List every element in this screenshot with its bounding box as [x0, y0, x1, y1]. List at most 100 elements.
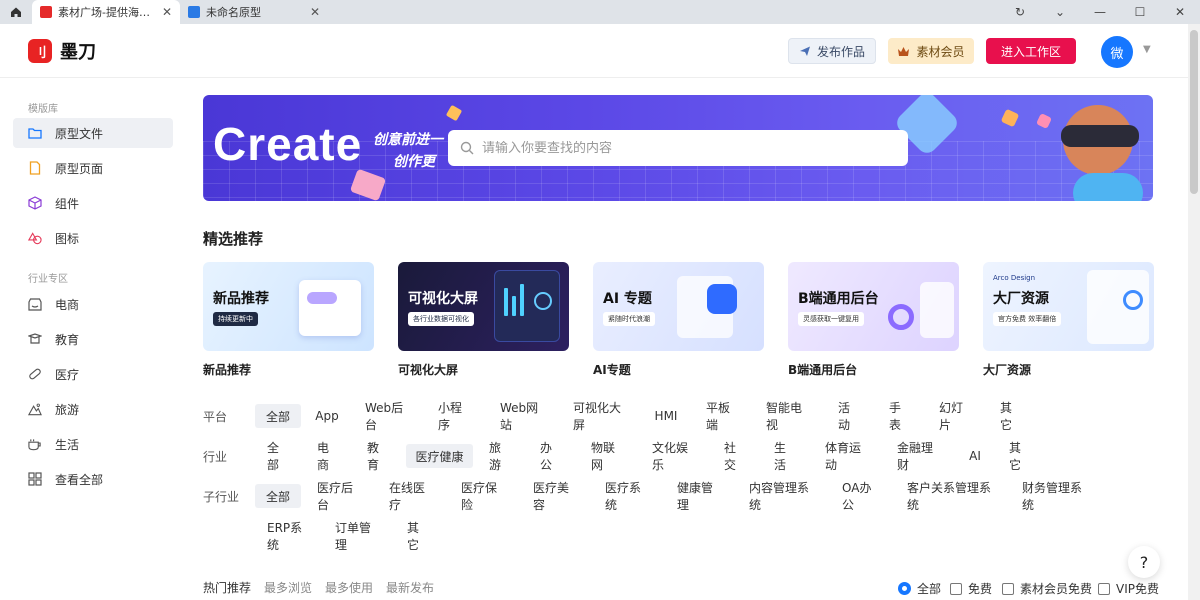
card-thumb-pill: 各行业数据可视化 — [408, 312, 474, 326]
refresh-icon[interactable]: ↻ — [1000, 5, 1040, 19]
sub-industry-chip[interactable]: 订单管理 — [331, 524, 383, 548]
radio-checked-icon[interactable] — [898, 582, 911, 595]
price-option-vip-free[interactable]: VIP免费 — [1098, 580, 1159, 597]
platform-chip[interactable]: 小程序 — [434, 404, 476, 428]
sidebar-item-life[interactable]: 生活 — [13, 429, 173, 459]
featured-card-new[interactable]: 新品推荐 持续更新中 新品推荐 — [203, 262, 374, 378]
help-button[interactable]: ? — [1128, 546, 1160, 578]
platform-chip[interactable]: Web网站 — [496, 404, 550, 428]
industry-chip[interactable]: 文化娱乐 — [648, 444, 700, 468]
industry-chip[interactable]: 其它 — [1005, 444, 1035, 468]
sidebar-item-medical[interactable]: 医疗 — [13, 359, 173, 389]
price-option-free[interactable]: 免费 — [950, 580, 992, 597]
scrollbar-thumb[interactable] — [1190, 30, 1198, 194]
card-thumbnail[interactable]: 可视化大屏 各行业数据可视化 — [398, 262, 569, 351]
industry-chip[interactable]: 物联网 — [587, 444, 627, 468]
sidebar-item-label: 原型文件 — [55, 125, 103, 142]
price-option-member-free[interactable]: 素材会员免费 — [1002, 580, 1092, 597]
sub-industry-chip[interactable]: 其它 — [403, 524, 433, 548]
card-thumbnail[interactable]: 新品推荐 持续更新中 — [203, 262, 374, 351]
sub-industry-chip[interactable]: 医疗保险 — [457, 484, 509, 508]
platform-chip[interactable]: HMI — [651, 404, 681, 428]
card-thumbnail[interactable]: B端通用后台 灵感获取一键复用 — [788, 262, 959, 351]
browser-tab-active[interactable]: 素材广场-提供海量原型模板 ✕ — [32, 0, 180, 24]
industry-chip-active[interactable]: 医疗健康 — [406, 444, 473, 468]
industry-chip[interactable]: 金融理财 — [893, 444, 945, 468]
card-label: 大厂资源 — [983, 361, 1154, 378]
industry-chip[interactable]: 办公 — [536, 444, 566, 468]
sidebar-item-view-all[interactable]: 查看全部 — [13, 464, 173, 494]
platform-chip[interactable]: App — [311, 404, 343, 428]
close-tab-icon[interactable]: ✕ — [162, 5, 172, 19]
platform-chip[interactable]: Web后台 — [361, 404, 415, 428]
sub-industry-chip[interactable]: 医疗美容 — [529, 484, 581, 508]
sidebar-item-prototype-pages[interactable]: 原型页面 — [13, 153, 173, 183]
sidebar-item-education[interactable]: 教育 — [13, 324, 173, 354]
close-window-icon[interactable]: ✕ — [1160, 5, 1200, 19]
industry-chip[interactable]: 体育运动 — [821, 444, 873, 468]
chevron-down-icon[interactable]: ▼ — [1143, 44, 1151, 55]
industry-chip[interactable]: 全部 — [263, 444, 293, 468]
platform-chip-all[interactable]: 全部 — [255, 404, 301, 428]
sidebar-item-travel[interactable]: 旅游 — [13, 394, 173, 424]
sort-tab-newest[interactable]: 最新发布 — [386, 579, 434, 596]
chevron-down-icon[interactable]: ⌄ — [1040, 5, 1080, 19]
sidebar-item-ecommerce[interactable]: 电商 — [13, 289, 173, 319]
industry-chip[interactable]: 电商 — [313, 444, 343, 468]
platform-chip[interactable]: 平板端 — [702, 404, 742, 428]
checkbox[interactable] — [1002, 583, 1014, 595]
sub-industry-chip[interactable]: 在线医疗 — [385, 484, 437, 508]
page-scrollbar[interactable] — [1188, 24, 1200, 600]
sub-industry-chip[interactable]: ERP系统 — [263, 524, 311, 548]
platform-chip[interactable]: 智能电视 — [762, 404, 814, 428]
sub-industry-chip[interactable]: 客户关系管理系统 — [903, 484, 999, 508]
checkbox[interactable] — [950, 583, 962, 595]
sidebar-item-prototype-files[interactable]: 原型文件 — [13, 118, 173, 148]
sort-tab-hot[interactable]: 热门推荐 — [203, 579, 251, 596]
sidebar-item-components[interactable]: 组件 — [13, 188, 173, 218]
maximize-icon[interactable]: ☐ — [1120, 5, 1160, 19]
sidebar-item-icons[interactable]: 图标 — [13, 223, 173, 253]
platform-chip[interactable]: 其它 — [996, 404, 1026, 428]
industry-chip[interactable]: 旅游 — [485, 444, 515, 468]
browser-tab-bar: 素材广场-提供海量原型模板 ✕ 未命名原型 ✕ ↻ ⌄ — ☐ ✕ — [0, 0, 1200, 24]
sub-industry-chip[interactable]: 内容管理系统 — [745, 484, 819, 508]
sort-tab-most-used[interactable]: 最多使用 — [325, 579, 373, 596]
featured-card-enterprise[interactable]: Arco Design 大厂资源 官方免费 效率翻倍 大厂资源 — [983, 262, 1154, 378]
sub-industry-chip[interactable]: 医疗系统 — [601, 484, 653, 508]
card-thumbnail[interactable]: AI 专题 紧随时代浪潮 — [593, 262, 764, 351]
featured-card-ai[interactable]: AI 专题 紧随时代浪潮 AI专题 — [593, 262, 764, 378]
sidebar-group-title: 行业专区 — [28, 270, 68, 285]
sub-industry-chip[interactable]: 健康管理 — [673, 484, 725, 508]
browser-tab[interactable]: 未命名原型 ✕ — [180, 0, 328, 24]
price-option-all[interactable]: 全部 — [898, 580, 941, 597]
platform-chip[interactable]: 可视化大屏 — [569, 404, 631, 428]
industry-chip[interactable]: 生活 — [770, 444, 800, 468]
publish-button[interactable]: 发布作品 — [788, 38, 876, 64]
site-logo[interactable]: 刂 墨刀 — [28, 38, 96, 64]
industry-chip[interactable]: AI — [965, 444, 985, 468]
platform-chip[interactable]: 活动 — [834, 404, 864, 428]
close-tab-icon[interactable]: ✕ — [310, 5, 320, 19]
sort-tab-most-viewed[interactable]: 最多浏览 — [264, 579, 312, 596]
checkbox[interactable] — [1098, 583, 1110, 595]
sub-industry-chip[interactable]: 医疗后台 — [313, 484, 365, 508]
industry-chip[interactable]: 教育 — [363, 444, 393, 468]
member-button[interactable]: 素材会员 — [888, 38, 974, 64]
avatar[interactable]: 微 — [1101, 36, 1133, 68]
home-icon[interactable] — [0, 0, 32, 24]
search-input[interactable] — [482, 141, 882, 156]
card-thumbnail[interactable]: Arco Design 大厂资源 官方免费 效率翻倍 — [983, 262, 1154, 351]
shop-icon — [28, 297, 42, 311]
platform-chip[interactable]: 幻灯片 — [935, 404, 975, 428]
sub-industry-chip[interactable]: OA办公 — [838, 484, 882, 508]
search-box[interactable] — [448, 130, 908, 166]
industry-chip[interactable]: 社交 — [720, 444, 750, 468]
featured-card-admin[interactable]: B端通用后台 灵感获取一键复用 B端通用后台 — [788, 262, 959, 378]
sub-industry-chip-all[interactable]: 全部 — [255, 484, 301, 508]
featured-card-dataviz[interactable]: 可视化大屏 各行业数据可视化 可视化大屏 — [398, 262, 569, 378]
sub-industry-chip[interactable]: 财务管理系统 — [1018, 484, 1092, 508]
platform-chip[interactable]: 手表 — [885, 404, 915, 428]
minimize-icon[interactable]: — — [1080, 5, 1120, 19]
enter-workspace-button[interactable]: 进入工作区 — [986, 38, 1076, 64]
